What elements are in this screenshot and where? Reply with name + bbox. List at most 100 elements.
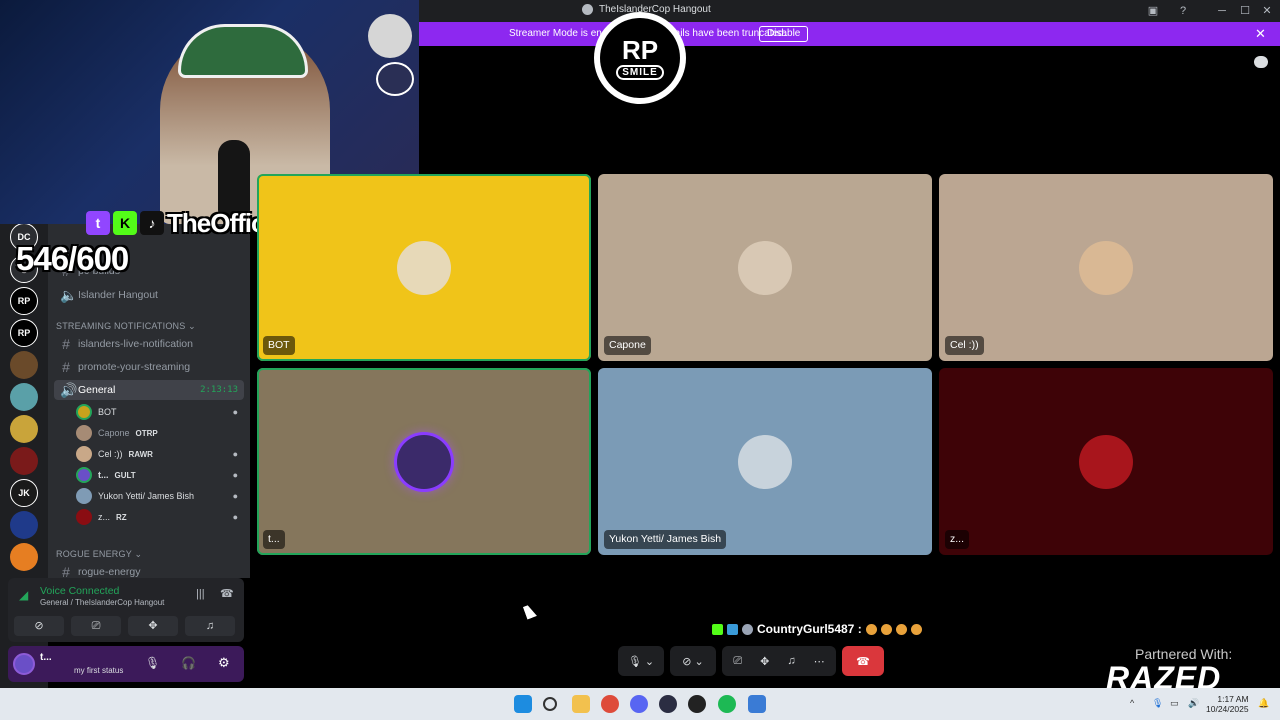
obs-icon[interactable] <box>688 695 706 713</box>
participant-tile[interactable]: Yukon Yetti/ James Bish <box>598 368 932 555</box>
noise-suppression-icon[interactable]: ||| <box>196 588 205 600</box>
voice-user-name: Yukon Yetti/ James Bish <box>98 491 195 501</box>
voice-channel-icon: 🔈 <box>60 286 78 303</box>
emote-icon <box>865 623 877 635</box>
activities-icon[interactable]: ✥ <box>760 655 769 668</box>
signal-icon: ◢ <box>19 588 29 602</box>
more-options-icon[interactable]: ⋯ <box>814 655 825 668</box>
server-icon-6[interactable] <box>10 383 38 411</box>
voice-user-name: Capone <box>98 428 130 438</box>
voice-user[interactable]: Cel :)) RAWR ● <box>76 444 244 464</box>
avatar[interactable] <box>13 653 35 675</box>
text-channel-icon: # <box>62 336 70 352</box>
server-icon-rp[interactable]: RP <box>10 287 38 315</box>
app-icon[interactable] <box>659 695 677 713</box>
activities-button[interactable]: ✥ <box>128 616 178 636</box>
file-explorer-icon[interactable] <box>572 695 590 713</box>
chat-bubble-icon: ● <box>232 491 238 501</box>
participant-tile[interactable]: z... <box>939 368 1273 555</box>
participant-label: Capone <box>604 336 651 355</box>
inbox-icon[interactable]: ▣ <box>1146 4 1160 18</box>
text-channel-icon: # <box>62 359 70 375</box>
participant-avatar <box>397 240 451 295</box>
category-rogue-energy[interactable]: ROGUE ENERGY ⌄ <box>56 549 142 560</box>
microphone-icon[interactable]: 🎙 <box>145 656 160 670</box>
help-icon[interactable]: ? <box>1176 4 1190 18</box>
custom-status: my first status <box>74 666 124 675</box>
camera-toggle-button[interactable]: ⊘ ⌄ <box>670 646 716 676</box>
channel-general-voice[interactable]: 🔊 General 2:13:13 <box>54 380 244 400</box>
channel-badge <box>376 62 414 96</box>
search-icon[interactable] <box>543 697 557 711</box>
badge-icon <box>742 623 753 635</box>
server-icon-9[interactable]: JK <box>10 479 38 507</box>
maximize-button[interactable]: ☐ <box>1237 3 1253 19</box>
participant-label: Yukon Yetti/ James Bish <box>604 530 727 549</box>
participant-label: t... <box>263 530 285 549</box>
voice-user[interactable]: Capone OTRP <box>76 423 244 443</box>
chat-bubble-icon: ● <box>232 470 238 480</box>
server-icon-rp-alt[interactable]: RP <box>10 319 38 347</box>
voice-user[interactable]: BOT ● <box>76 402 244 422</box>
avatar <box>76 467 92 483</box>
close-banner-icon[interactable]: ✕ <box>1255 26 1266 42</box>
clock-date: 10/24/2025 <box>1206 704 1249 714</box>
voice-user[interactable]: t... GULT ● <box>76 465 244 485</box>
camera-off-button[interactable]: ⊘ <box>14 616 64 636</box>
share-activities-group: ⎚ ✥ ♫ ⋯ <box>722 646 836 676</box>
participant-avatar <box>738 240 792 295</box>
channel-islander-hangout[interactable]: 🔈 Islander Hangout <box>54 285 244 305</box>
participant-label: z... <box>945 530 970 549</box>
category-streaming-notifications[interactable]: STREAMING NOTIFICATIONS ⌄ <box>56 321 196 332</box>
server-icon-7[interactable] <box>10 415 38 443</box>
server-icon-10[interactable] <box>10 511 38 539</box>
user-panel: t... my first status 🎙 🎧 ⚙ <box>8 646 244 682</box>
participant-tile[interactable]: BOT <box>257 174 591 361</box>
voice-location[interactable]: General / TheIslanderCop Hangout <box>40 598 164 607</box>
headset-icon[interactable]: 🎧 <box>181 656 196 670</box>
app-icon[interactable] <box>748 695 766 713</box>
voice-user[interactable]: z... RZ ● <box>76 507 244 527</box>
mute-microphone-button[interactable]: 🎙 ⌄ <box>618 646 664 676</box>
clock-time: 1:17 AM <box>1217 694 1249 704</box>
volume-icon[interactable]: 🔊 <box>1188 698 1199 709</box>
voice-timer: 2:13:13 <box>200 385 238 395</box>
server-icon-8[interactable] <box>10 447 38 475</box>
discord-icon[interactable] <box>630 695 648 713</box>
channel-islanders-live-notification[interactable]: # islanders-live-notification <box>54 334 244 354</box>
username: t... <box>40 652 52 663</box>
kick-icon <box>712 623 723 635</box>
system-clock[interactable]: 1:17 AM 10/24/2025 <box>1206 694 1249 714</box>
server-icon-11[interactable] <box>10 543 38 571</box>
voice-user-name: Cel :)) <box>98 449 123 459</box>
close-window-button[interactable]: ✕ <box>1259 3 1275 19</box>
chrome-icon[interactable] <box>601 695 619 713</box>
screen-share-icon[interactable]: ⎚ <box>733 655 742 668</box>
screen-share-button[interactable]: ⎚ <box>71 616 121 636</box>
participant-tile[interactable]: t... <box>257 368 591 555</box>
voice-user[interactable]: Yukon Yetti/ James Bish ● <box>76 486 244 506</box>
channel-promote-your-streaming[interactable]: # promote-your-streaming <box>54 357 244 377</box>
disable-streamer-mode-button[interactable]: Disable <box>759 26 809 42</box>
settings-gear-icon[interactable]: ⚙ <box>218 655 230 671</box>
channel-badge <box>368 14 412 58</box>
disconnect-icon[interactable]: ☎ <box>220 587 234 600</box>
kick-icon: K <box>113 211 137 235</box>
notification-icon[interactable]: 🔔 <box>1258 698 1269 709</box>
disconnect-call-button[interactable]: ☎ <box>842 646 884 676</box>
network-icon[interactable]: ▭ <box>1170 698 1179 709</box>
chat-bubble-icon[interactable] <box>1254 56 1268 68</box>
spotify-icon[interactable] <box>718 695 736 713</box>
microphone-icon[interactable]: 🎙 <box>1152 698 1163 709</box>
voice-user-tag: OTRP <box>135 428 158 438</box>
windows-start-icon[interactable] <box>514 695 532 713</box>
participant-tile[interactable]: Capone <box>598 174 932 361</box>
soundboard-icon[interactable]: ♫ <box>787 655 795 667</box>
minimize-button[interactable]: ─ <box>1214 3 1230 19</box>
emote-icon <box>910 623 922 635</box>
server-icon-5[interactable] <box>10 351 38 379</box>
participant-tile[interactable]: Cel :)) <box>939 174 1273 361</box>
chevron-up-icon[interactable]: ^ <box>1130 698 1134 708</box>
call-controls: 🎙 ⌄ ⊘ ⌄ ⎚ ✥ ♫ ⋯ ☎ <box>618 646 884 676</box>
soundboard-button[interactable]: ♫ <box>185 616 235 636</box>
